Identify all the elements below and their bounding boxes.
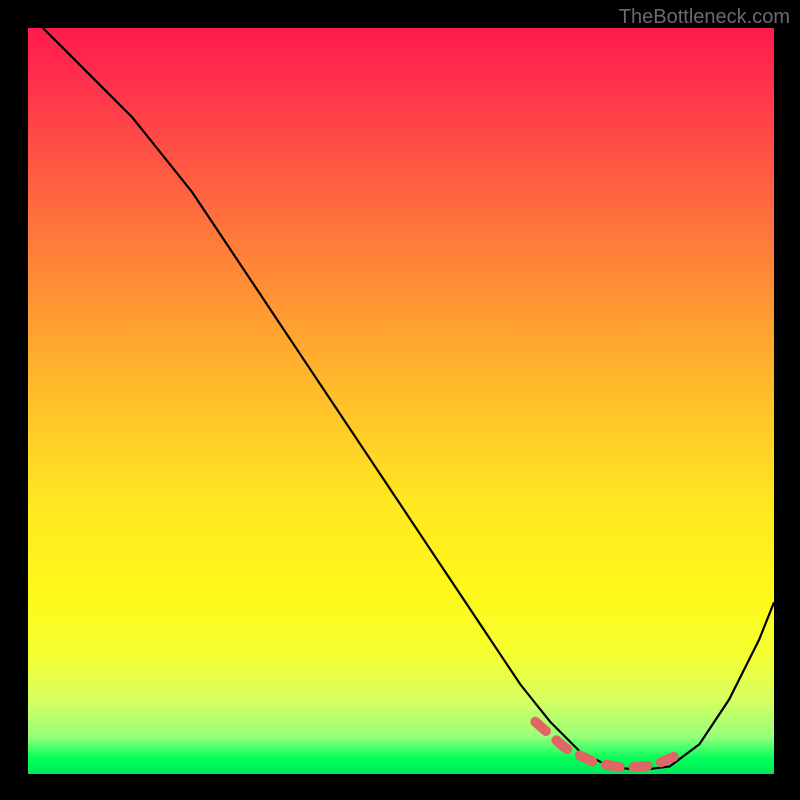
chart-svg (28, 28, 774, 774)
chart-plot-area (28, 28, 774, 774)
watermark-text: TheBottleneck.com (619, 6, 790, 29)
chart-curve (43, 28, 774, 770)
